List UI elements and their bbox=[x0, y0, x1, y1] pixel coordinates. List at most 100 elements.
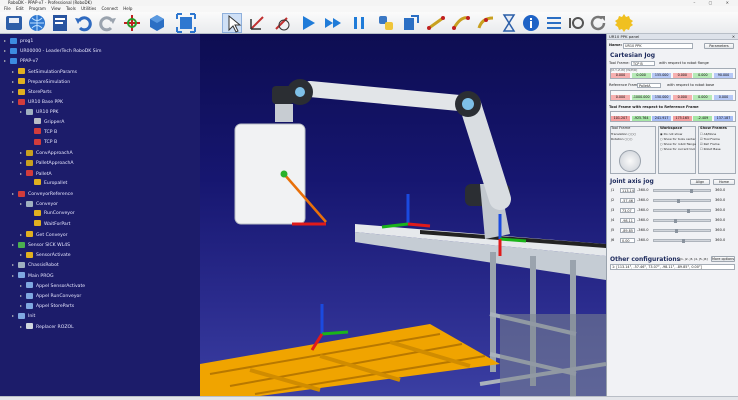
tree-item[interactable]: ▸ ConveyorReference bbox=[12, 189, 73, 198]
redo-icon[interactable] bbox=[97, 13, 117, 33]
tree-item[interactable]: ▸ Get Conveyor bbox=[20, 230, 68, 239]
tree-item[interactable]: GripperA bbox=[28, 118, 64, 127]
move-frame-icon[interactable] bbox=[247, 13, 267, 33]
tree-item[interactable]: ▸ Appel SensorActivate bbox=[20, 281, 85, 290]
joint-slider-handle[interactable] bbox=[677, 199, 681, 203]
joint-slider[interactable] bbox=[653, 239, 711, 243]
show-frames-option-4[interactable]: ☐ Robot Base bbox=[700, 147, 736, 152]
tree-item[interactable]: ▸ PPAP-v7 bbox=[4, 56, 38, 65]
parameters-button[interactable]: Parameters bbox=[704, 43, 734, 49]
io-icon[interactable] bbox=[566, 13, 586, 33]
joint-slider-handle[interactable] bbox=[687, 209, 690, 213]
tree-item-label: Sensor SICK WL4S bbox=[28, 243, 71, 248]
joint-value-input[interactable]: -89.85 bbox=[620, 228, 635, 233]
add-target-icon[interactable] bbox=[122, 13, 142, 33]
program-icon bbox=[26, 302, 33, 309]
tree-item[interactable]: ▸ PrepareSimulation bbox=[12, 77, 70, 86]
tree-item-label: prog1 bbox=[20, 39, 34, 44]
station-tree[interactable]: ▸ prog1 ▸ UR00000 - LeaderTech RoboDK Sim ▸ P… bbox=[0, 34, 200, 396]
tree-item[interactable]: ▸ SensorActivate bbox=[20, 250, 71, 259]
tree-item[interactable]: ▸ Init bbox=[12, 311, 35, 320]
tree-item[interactable]: ▸ StoreParts bbox=[12, 87, 52, 96]
panel-header: UR10 PPK panel ✕ bbox=[607, 34, 738, 40]
scene-canvas[interactable] bbox=[200, 34, 606, 396]
ref-values-cell: 0.000 bbox=[672, 95, 692, 100]
joint-slider-handle[interactable] bbox=[674, 229, 678, 233]
tree-item[interactable]: TCP B bbox=[28, 128, 57, 137]
fit-all-icon[interactable] bbox=[176, 13, 196, 33]
joint-slider-handle[interactable] bbox=[673, 219, 677, 223]
tree-item-label: WaitForPart bbox=[44, 221, 71, 227]
refresh-icon[interactable] bbox=[588, 13, 608, 33]
rotate-frame-icon[interactable] bbox=[272, 13, 292, 33]
robot-arm bbox=[272, 79, 511, 239]
tree-item[interactable]: WaitForPart bbox=[28, 220, 70, 229]
tool-frame-select[interactable]: TCP B bbox=[631, 61, 655, 66]
joint-value-input[interactable]: 0.00 bbox=[620, 238, 635, 243]
tree-item-label: Get Conveyor bbox=[36, 232, 68, 238]
more-options-button[interactable]: More options bbox=[711, 256, 735, 262]
globe-icon[interactable] bbox=[27, 13, 47, 33]
undo-icon[interactable] bbox=[74, 13, 94, 33]
close-icon[interactable]: ✕ bbox=[732, 34, 735, 40]
settings-gear-icon[interactable] bbox=[614, 13, 634, 33]
tree-item[interactable]: ▸ PalletApproachA bbox=[20, 158, 74, 167]
tree-item[interactable]: ▸ Appel StoreParts bbox=[20, 301, 74, 310]
python-icon[interactable] bbox=[376, 13, 396, 33]
tree-item[interactable]: ▸ Conveyor bbox=[20, 199, 58, 208]
jog-wheel[interactable] bbox=[619, 150, 641, 172]
pause-icon[interactable] bbox=[349, 13, 369, 33]
tree-item[interactable]: ▸ UR10 Base PPK bbox=[12, 97, 63, 106]
tree-item[interactable]: ▸ PalletA bbox=[20, 169, 52, 178]
tree-item[interactable]: ▸ ConvApproachA bbox=[20, 148, 73, 157]
robot-panel: UR10 PPK panel ✕ Name: UR10 PPK Paramete… bbox=[606, 34, 738, 396]
joint-value-input[interactable]: -57.46 bbox=[620, 198, 635, 203]
tree-item[interactable]: ▸ UR00000 - LeaderTech RoboDK Sim bbox=[4, 46, 101, 55]
3d-viewport[interactable] bbox=[200, 34, 606, 396]
tree-item-label: StoreParts bbox=[28, 90, 52, 95]
configuration-select[interactable]: 1: [113.14°, -57.46°, 73.07°, -98.11°, -… bbox=[610, 264, 735, 270]
tree-item[interactable]: ▸ UR10 PPK bbox=[20, 107, 58, 116]
tree-item[interactable]: ▸ prog1 bbox=[4, 36, 33, 45]
tree-item[interactable]: ▸ Appel RunConveyor bbox=[20, 291, 81, 300]
container-part bbox=[234, 123, 306, 225]
joint-slider-handle[interactable] bbox=[690, 189, 694, 193]
tree-item[interactable]: TCP B bbox=[28, 138, 57, 147]
joint-value-input[interactable]: 73.07 bbox=[620, 208, 635, 213]
linear-move-icon[interactable] bbox=[426, 13, 446, 33]
joint-value-input[interactable]: 113.14 bbox=[620, 188, 635, 193]
tree-item[interactable]: ▸ Replacer ROZOL bbox=[20, 322, 74, 331]
tree-item[interactable]: ▸ SetSimulationParams bbox=[12, 67, 77, 76]
add-program-icon[interactable] bbox=[50, 13, 70, 33]
home-button[interactable]: Home bbox=[713, 179, 735, 185]
robot-name-input[interactable]: UR10 PPK bbox=[623, 43, 693, 49]
joint-slider[interactable] bbox=[653, 219, 711, 223]
tree-item[interactable]: Europallet bbox=[28, 179, 67, 188]
joint-value-input[interactable]: -98.11 bbox=[620, 218, 635, 223]
save-icon[interactable] bbox=[4, 13, 24, 33]
joint-slider[interactable] bbox=[653, 209, 711, 213]
align-button[interactable]: Align bbox=[690, 179, 710, 185]
tree-item[interactable]: ▸ Main PROG bbox=[12, 271, 54, 280]
joint-slider[interactable] bbox=[653, 199, 711, 203]
tree-item[interactable]: ▸ ChassisRobot bbox=[12, 260, 59, 269]
tree-item[interactable]: ▸ Sensor SICK WL4S bbox=[12, 240, 70, 249]
run-icon[interactable] bbox=[298, 13, 318, 33]
joint-slider[interactable] bbox=[653, 189, 711, 193]
program-list-icon[interactable] bbox=[544, 13, 564, 33]
tree-item[interactable]: RunConveyor bbox=[28, 209, 75, 218]
tcp-label: Tool Frame with respect to Reference Fra… bbox=[609, 105, 699, 109]
robot-base-frame bbox=[381, 194, 431, 229]
joint-move-icon[interactable] bbox=[451, 13, 471, 33]
joint-slider-handle[interactable] bbox=[681, 239, 685, 243]
ref-frame-select[interactable]: PalletA bbox=[637, 83, 661, 88]
fast-forward-icon[interactable] bbox=[323, 13, 343, 33]
circular-move-icon[interactable] bbox=[476, 13, 496, 33]
other-config-title: Other configurations bbox=[610, 256, 681, 263]
select-icon[interactable] bbox=[222, 13, 242, 33]
export-icon[interactable] bbox=[401, 13, 421, 33]
wait-icon[interactable] bbox=[499, 13, 519, 33]
joint-slider[interactable] bbox=[653, 229, 711, 233]
cube-icon[interactable] bbox=[147, 13, 167, 33]
info-icon[interactable] bbox=[521, 13, 541, 33]
